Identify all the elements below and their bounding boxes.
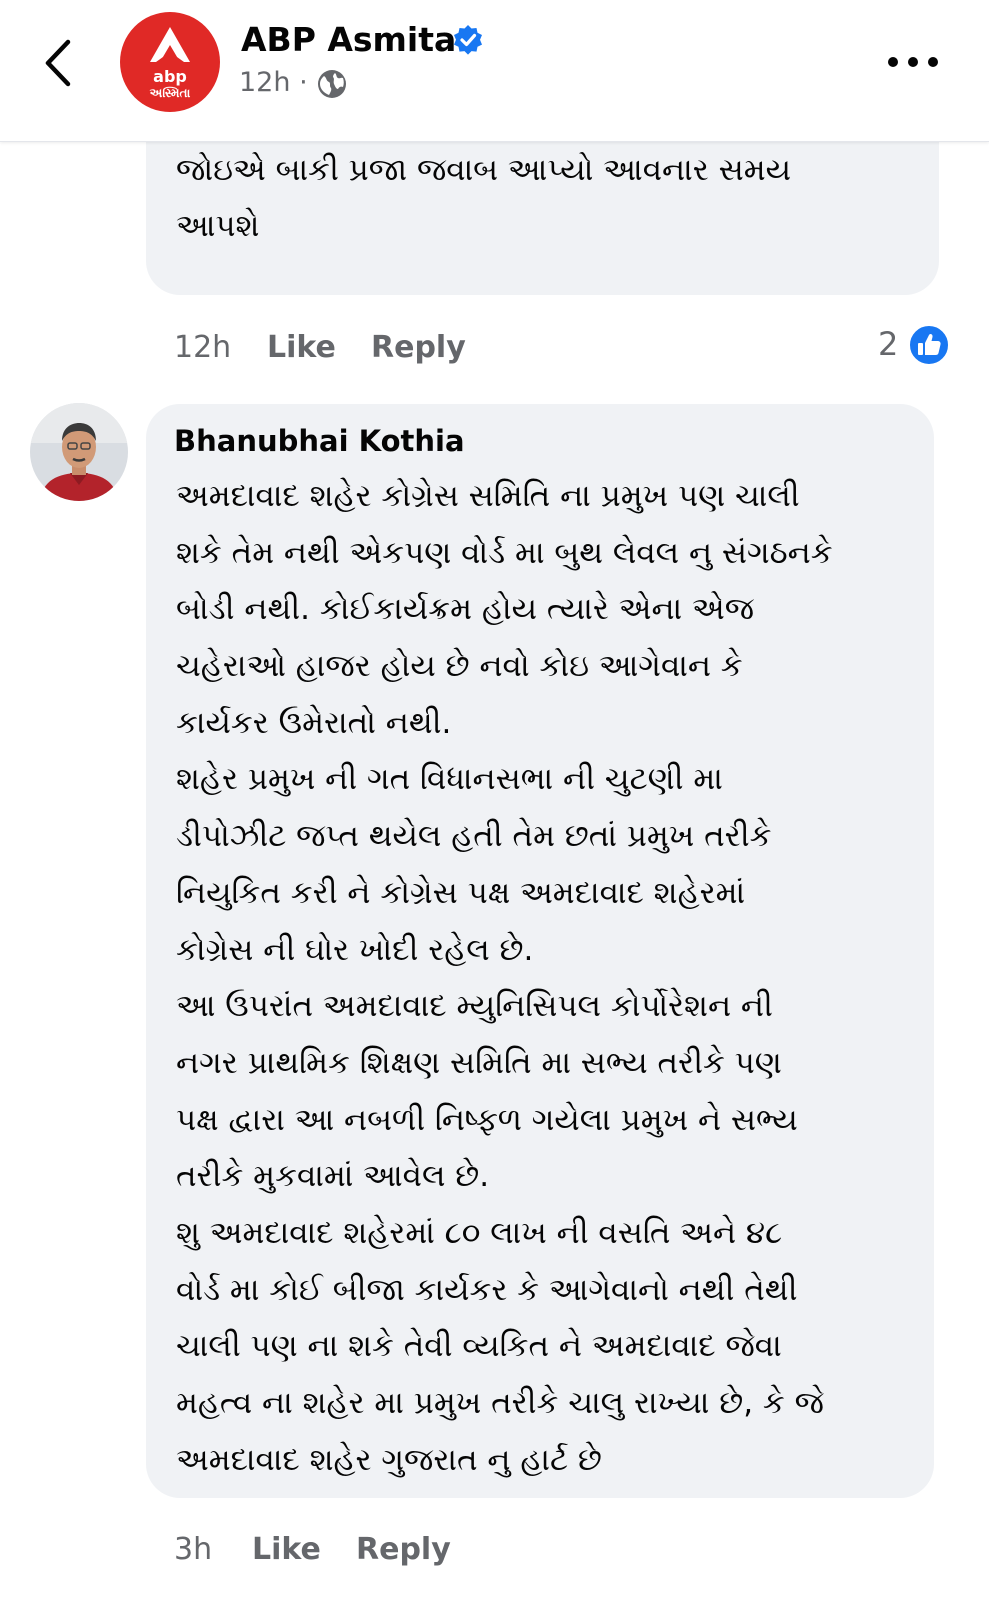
comment-text-2: અમદાવાદ શહેર કોગ્રેસ સમિતિ ના પ્રમુખ પણ …	[176, 468, 910, 1488]
comment-line: આપશે	[176, 208, 260, 245]
comment-line: પક્ષ દ્વારા આ નબળી નિષ્ફળ ગયેલા પ્રમુખ ન…	[176, 1101, 798, 1138]
globe-public-icon	[318, 70, 346, 98]
comment-line: અમદાવાદ શહેર કોગ્રેસ સમિતિ ના પ્રમુખ પણ …	[176, 478, 800, 514]
post-time[interactable]: 12h	[239, 67, 290, 98]
comment-2-like-button[interactable]: Like	[252, 1532, 321, 1567]
comment-line: જોઇએ બાકી પ્રજા જવાબ આપ્યો આવનાર સમય	[176, 151, 791, 188]
comment-line: મહત્વ ના શહેર મા પ્રમુખ તરીકે ચાલુ રાખ્ય…	[176, 1385, 824, 1421]
logo-text-abp: abp	[153, 67, 187, 86]
comment-line: અમદાવાદ શહેર ગુજરાત નુ હાર્ટ છે	[176, 1441, 602, 1478]
comment-line: કાર્યકર ઉમેરાતો નથી.	[176, 704, 452, 741]
post-header: abp અસ્મિતા ABP Asmita 12h ·	[0, 0, 989, 142]
comment-1-like-button[interactable]: Like	[267, 330, 336, 365]
commenter-avatar[interactable]	[30, 403, 128, 501]
comment-line: કોગ્રેસ ની ઘોર ખોદી રહેલ છે.	[176, 931, 534, 968]
post-meta: 12h ·	[239, 67, 308, 98]
back-arrow-icon[interactable]	[40, 38, 80, 88]
more-options-icon[interactable]	[885, 52, 941, 72]
comment-line: ચાલી પણ ના શકે તેવી વ્યકિત ને અમદાવાદ જે…	[176, 1328, 782, 1365]
like-reaction-icon	[908, 324, 950, 366]
comment-line: તરીકે મુકવામાં આવેલ છે.	[176, 1158, 490, 1195]
comment-line: નિયુકિત કરી ને કોગ્રેસ પક્ષ અમદાવાદ શહેર…	[176, 874, 746, 911]
comment-line: શુ અમદાવાદ શહેરમાં ૮૦ લાખ ની વસતિ અને ૪૮	[176, 1214, 783, 1251]
comment-bubble-2: Bhanubhai Kothia અમદાવાદ શહેર કોગ્રેસ સમ…	[146, 404, 934, 1498]
comment-1-time[interactable]: 12h	[174, 330, 231, 365]
comment-line: નગર પ્રાથમિક શિક્ષણ સમિતિ મા સભ્ય તરીકે …	[176, 1044, 782, 1081]
meta-separator: ·	[299, 67, 308, 98]
comment-line: બોડી નથી. કોઈકાર્યક્રમ હોય ત્યારે એના એજ	[176, 591, 755, 628]
commenter-avatar-image	[30, 403, 128, 501]
comment-line: આ ઉપરાંત અમદાવાદ મ્યુનિસિપલ કોર્પોરેશન ન…	[176, 988, 773, 1025]
logo-text-asmita: અસ્મિતા	[149, 86, 191, 100]
comment-2-reply-button[interactable]: Reply	[356, 1532, 451, 1567]
comment-line: વોર્ડ મા કોઈ બીજા કાર્યકર કે આગેવાનો નથી…	[176, 1271, 798, 1308]
comment-line: ડીપોઝીટ જપ્ત થયેલ હતી તેમ છતાં પ્રમુખ તર…	[176, 818, 772, 855]
reaction-count[interactable]: 2	[878, 325, 898, 363]
comment-author[interactable]: Bhanubhai Kothia	[174, 424, 465, 458]
comment-line: શહેર પ્રમુખ ની ગત વિધાનસભા ની ચુટણી મા	[176, 761, 723, 798]
page-avatar-logo[interactable]: abp અસ્મિતા	[120, 12, 220, 112]
comment-2-time[interactable]: 3h	[174, 1532, 212, 1567]
comment-line: શકે તેમ નથી એકપણ વોર્ડ મા બુથ લેવલ નુ સં…	[176, 534, 833, 571]
comment-1-reply-button[interactable]: Reply	[371, 330, 466, 365]
page-name[interactable]: ABP Asmita	[241, 20, 456, 59]
verified-badge-icon	[454, 25, 482, 55]
comment-line: ચહેરાઓ હાજર હોય છે નવો કોઇ આગેવાન કે	[176, 648, 743, 685]
